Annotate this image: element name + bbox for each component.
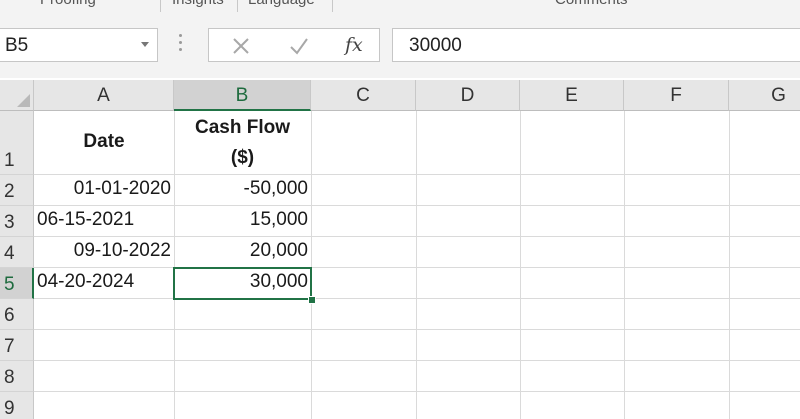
formula-bar: B5 fx 30000 xyxy=(0,14,800,78)
row-header-5[interactable]: 5 xyxy=(0,268,34,299)
active-cell-border xyxy=(173,267,312,300)
worksheet-grid[interactable]: A B C D E F G 1 2 3 4 5 6 7 8 9 Date Cas… xyxy=(0,80,800,419)
gridline xyxy=(311,111,312,419)
cell-b4[interactable]: 20,000 xyxy=(174,240,308,262)
column-header-b[interactable]: B xyxy=(174,80,311,111)
fill-handle[interactable] xyxy=(308,296,316,304)
ribbon-separator xyxy=(237,0,238,12)
gridline xyxy=(520,111,521,419)
gridline xyxy=(34,236,800,237)
ribbon-group-language: Language xyxy=(248,0,315,8)
column-header-d[interactable]: D xyxy=(416,80,520,111)
cell-b1-line1[interactable]: Cash Flow xyxy=(174,113,311,143)
column-header-a[interactable]: A xyxy=(34,80,174,111)
cell-a4[interactable]: 09-10-2022 xyxy=(34,240,171,262)
gridline xyxy=(34,298,800,299)
ribbon-separator xyxy=(332,0,333,12)
gridline xyxy=(34,329,800,330)
enter-button[interactable] xyxy=(279,32,319,60)
row-header-1[interactable]: 1 xyxy=(0,111,34,175)
row-header-7[interactable]: 7 xyxy=(0,330,34,361)
check-icon xyxy=(290,38,308,55)
cell-b1-line2[interactable]: ($) xyxy=(174,143,311,173)
chevron-down-icon[interactable] xyxy=(141,42,149,47)
gridline xyxy=(416,111,417,419)
column-header-f[interactable]: F xyxy=(624,80,729,111)
row-header-8[interactable]: 8 xyxy=(0,361,34,392)
row-header-2[interactable]: 2 xyxy=(0,175,34,206)
column-header-e[interactable]: E xyxy=(520,80,624,111)
drag-handle-icon[interactable] xyxy=(179,34,183,54)
ribbon-group-insights: Insights xyxy=(172,0,224,8)
insert-function-button[interactable]: fx xyxy=(345,34,363,56)
cell-b2[interactable]: -50,000 xyxy=(174,178,308,200)
column-header-g[interactable]: G xyxy=(729,80,800,111)
cell-a1[interactable]: Date xyxy=(34,127,174,157)
formula-value: 30000 xyxy=(409,35,462,56)
cell-a2[interactable]: 01-01-2020 xyxy=(34,178,171,200)
column-header-c[interactable]: C xyxy=(311,80,416,111)
row-header-3[interactable]: 3 xyxy=(0,206,34,237)
ribbon-separator xyxy=(160,0,161,12)
gridline xyxy=(34,267,800,268)
gridline xyxy=(624,111,625,419)
row-header-9[interactable]: 9 xyxy=(0,392,34,419)
name-box-value: B5 xyxy=(5,35,29,56)
ribbon-group-proofing: Proofing xyxy=(40,0,96,8)
ribbon-group-labels: Proofing Insights Language Comments xyxy=(0,0,800,15)
select-all-button[interactable] xyxy=(0,80,34,111)
cell-b3[interactable]: 15,000 xyxy=(174,209,308,231)
formula-input[interactable]: 30000 xyxy=(392,28,800,62)
gridline xyxy=(34,174,800,175)
row-header-4[interactable]: 4 xyxy=(0,237,34,268)
cancel-button[interactable] xyxy=(221,32,261,60)
gridline xyxy=(34,360,800,361)
cell-a3[interactable]: 06-15-2021 xyxy=(37,209,174,231)
name-box[interactable]: B5 xyxy=(0,28,158,62)
ribbon-group-comments: Comments xyxy=(555,0,628,8)
gridline xyxy=(729,111,730,419)
x-icon xyxy=(233,38,249,54)
cell-a5[interactable]: 04-20-2024 xyxy=(37,271,174,293)
row-header-6[interactable]: 6 xyxy=(0,299,34,330)
gridline xyxy=(34,205,800,206)
gridline xyxy=(34,391,800,392)
